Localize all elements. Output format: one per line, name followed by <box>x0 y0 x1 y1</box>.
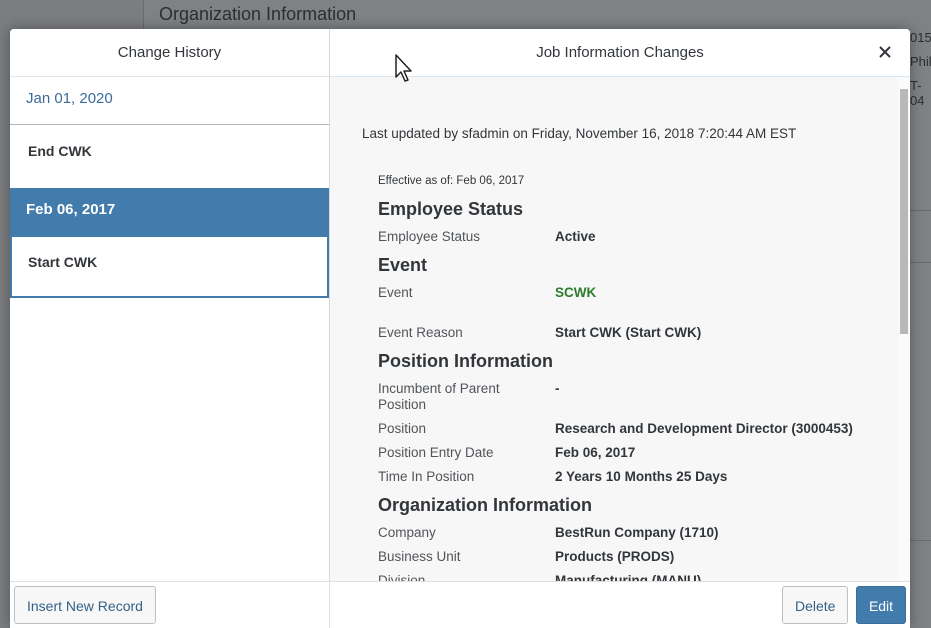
section-title-event: Event <box>378 255 428 275</box>
edit-button[interactable]: Edit <box>856 586 906 624</box>
history-entry[interactable]: Jan 01, 2020 End CWK <box>10 77 329 188</box>
field-value: Manufacturing (MANU) <box>555 573 702 581</box>
details-scrollbar[interactable] <box>898 77 910 581</box>
history-entry-selected[interactable]: Feb 06, 2017 Start CWK <box>10 188 329 298</box>
background-snippet: T-04 <box>910 78 925 108</box>
field-value: Products (PRODS) <box>555 549 675 564</box>
job-info-changes-title: Job Information Changes <box>330 29 910 77</box>
field-label: Company <box>378 525 436 540</box>
insert-new-record-button[interactable]: Insert New Record <box>14 586 156 624</box>
field-label: Event Reason <box>378 325 463 340</box>
field-value: Feb 06, 2017 <box>555 445 636 460</box>
field-label: Employee Status <box>378 229 481 244</box>
close-button[interactable] <box>874 41 896 63</box>
field-label: Division <box>378 573 426 581</box>
field-value: - <box>555 381 560 396</box>
field-value: Research and Development Director (30004… <box>555 421 853 436</box>
job-info-details-panel: Job Information Changes Last updated by … <box>330 29 910 581</box>
background-snippet: Phila <box>910 54 931 69</box>
event-value: SCWK <box>555 285 597 300</box>
field-value: BestRun Company (1710) <box>555 525 719 540</box>
background-divider <box>910 210 931 211</box>
delete-button[interactable]: Delete <box>782 586 849 624</box>
section-title-employee-status: Employee Status <box>378 199 524 219</box>
history-date[interactable]: Feb 06, 2017 <box>10 188 329 235</box>
section-title-organization: Organization Information <box>378 495 592 515</box>
background-snippet: 015 <box>910 30 931 45</box>
section-title-position: Position Information <box>378 351 553 371</box>
field-value: Start CWK (Start CWK) <box>555 325 702 340</box>
field-label: Position <box>378 421 427 436</box>
scrollbar-thumb[interactable] <box>900 89 908 334</box>
field-label: Position Entry Date <box>378 445 494 460</box>
job-info-changes-dialog: Change History Jan 01, 2020 End CWK Feb … <box>10 29 910 628</box>
background-divider <box>910 262 931 263</box>
dialog-footer: Insert New Record Delete Edit <box>10 581 910 628</box>
field-value: Active <box>555 229 596 244</box>
last-updated-text: Last updated by sfadmin on Friday, Novem… <box>362 126 797 141</box>
field-label: Business Unit <box>378 549 461 564</box>
field-label: Event <box>378 285 413 300</box>
history-event-label[interactable]: Start CWK <box>10 235 329 298</box>
history-event-label[interactable]: End CWK <box>10 125 329 188</box>
change-history-panel: Change History Jan 01, 2020 End CWK Feb … <box>10 29 330 581</box>
history-date[interactable]: Jan 01, 2020 <box>10 77 329 125</box>
close-icon <box>879 46 891 58</box>
footer-divider <box>329 582 330 628</box>
field-value: 2 Years 10 Months 25 Days <box>555 469 728 484</box>
details-scroll-area[interactable]: Last updated by sfadmin on Friday, Novem… <box>330 77 896 581</box>
change-history-title: Change History <box>10 29 329 77</box>
field-label: Time In Position <box>378 469 475 484</box>
field-label: Incumbent of Parent Position <box>378 381 500 412</box>
effective-date-text: Effective as of: Feb 06, 2017 <box>378 175 525 187</box>
mouse-pointer-icon <box>395 54 412 82</box>
background-divider <box>910 540 931 541</box>
background-section-title: Organization Information <box>159 4 357 24</box>
